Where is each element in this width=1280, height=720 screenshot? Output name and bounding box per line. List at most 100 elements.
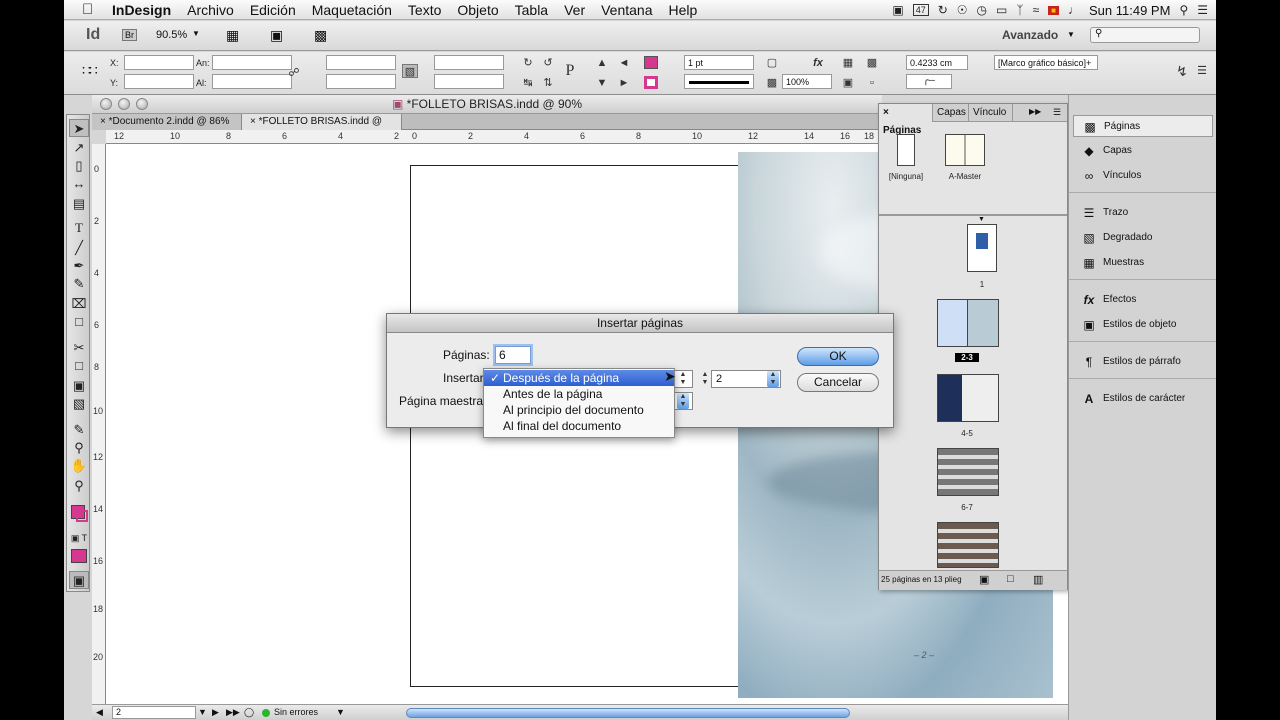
note-tool-icon[interactable]: ✎	[69, 421, 89, 439]
option-antes[interactable]: Antes de la página	[484, 386, 674, 402]
gap-tool-icon[interactable]: ↔	[69, 175, 89, 193]
page-tool-icon[interactable]: ▯	[69, 157, 89, 175]
sync-icon[interactable]: ↻	[938, 3, 948, 17]
option-despues[interactable]: ✓ Después de la página	[484, 370, 674, 386]
panel-menu-icon[interactable]: ☰	[1194, 64, 1210, 78]
chevron-updown-icon[interactable]: ▲ ▼	[677, 393, 689, 409]
vertical-ruler[interactable]: 0 2 4 6 8 10 12 14 16 18 20	[92, 144, 106, 704]
stroke-weight-field[interactable]: 1 pt	[684, 55, 754, 70]
dock-vinculos[interactable]: ∞ Vínculos	[1073, 165, 1213, 187]
zoom-window-button[interactable]	[136, 98, 148, 110]
view-mode-icon[interactable]: ▣	[69, 571, 89, 589]
master-none-thumb[interactable]	[897, 134, 915, 166]
panel-expand-icon[interactable]: ▶▶	[1029, 107, 1041, 116]
dock-efectos[interactable]: fx Efectos	[1073, 289, 1213, 311]
rectangle-tool-icon[interactable]: □	[69, 313, 89, 331]
tab-paginas[interactable]: × Páginas	[879, 104, 933, 136]
page-2-3-thumb[interactable]	[937, 299, 999, 347]
tab-vinculos[interactable]: Vínculo	[969, 104, 1013, 122]
direct-selection-tool-icon[interactable]: ↗	[69, 139, 89, 157]
flip-icon[interactable]: ↹	[520, 76, 536, 90]
rotation-field[interactable]	[434, 55, 504, 70]
eyedropper-tool-icon[interactable]: ⚲	[69, 439, 89, 457]
fill-swatch[interactable]	[644, 56, 658, 69]
tab-documento-2[interactable]: × *Documento 2.indd @ 86%	[92, 114, 242, 130]
close-window-button[interactable]	[100, 98, 112, 110]
stroke-type-select[interactable]	[684, 74, 754, 89]
selection-tool-icon[interactable]: ➤	[69, 119, 89, 137]
wrap-box-icon[interactable]: ▩	[864, 56, 880, 70]
minimize-window-button[interactable]	[118, 98, 130, 110]
option-final[interactable]: Al final del documento	[484, 418, 674, 434]
no-effects-icon[interactable]: ▢	[764, 56, 780, 70]
page-number-stepper-icon[interactable]: ▲ ▼	[699, 371, 711, 387]
battery-badge[interactable]: 47	[912, 4, 929, 16]
tab-capas[interactable]: Capas	[933, 104, 969, 122]
free-transform-tool-icon[interactable]: □	[69, 357, 89, 375]
display-icon[interactable]: ▭	[996, 3, 1007, 17]
dock-estilos-objeto[interactable]: ▣ Estilos de objeto	[1073, 314, 1213, 336]
wrap-jump-icon[interactable]: ▫	[864, 76, 880, 90]
dock-estilos-parrafo[interactable]: ¶ Estilos de párrafo	[1073, 351, 1213, 373]
close-icon[interactable]: ×	[100, 116, 109, 127]
first-page-icon[interactable]: ◀	[96, 705, 103, 720]
content-collector-icon[interactable]: ▤	[69, 195, 89, 213]
gradient-swatch-tool-icon[interactable]: ▣	[69, 377, 89, 395]
scissors-tool-icon[interactable]: ✂	[69, 339, 89, 357]
master-a-thumb[interactable]	[945, 134, 985, 166]
time-machine-icon[interactable]: ◷	[977, 3, 987, 17]
wrap-shape-icon[interactable]: ▣	[840, 76, 856, 90]
type-tool-icon[interactable]: T	[69, 219, 89, 237]
spotlight-icon[interactable]: ⚲	[1179, 3, 1188, 17]
close-icon[interactable]: ×	[250, 116, 259, 127]
scale-y-field[interactable]	[326, 74, 396, 89]
quick-apply-icon[interactable]: ↯	[1174, 64, 1190, 78]
chevron-down-icon[interactable]: ▼	[336, 705, 345, 720]
last-page-icon[interactable]: ▶▶	[226, 705, 240, 720]
select-container-icon[interactable]: ▲	[594, 56, 610, 70]
rotate-ccw-icon[interactable]: ↺	[540, 56, 556, 70]
y-field[interactable]	[124, 74, 194, 89]
pen-tool-icon[interactable]: ✒	[69, 257, 89, 275]
flip-vertical-icon[interactable]: ⇅	[540, 76, 556, 90]
page-1-thumb[interactable]	[967, 224, 997, 272]
zoom-tool-icon[interactable]: ⚲	[69, 477, 89, 495]
fx-icon[interactable]: fx	[810, 56, 826, 70]
page-6-7-thumb[interactable]	[937, 448, 999, 496]
close-icon[interactable]: ×	[883, 107, 889, 118]
page-8-9-thumb[interactable]	[937, 522, 999, 568]
preflight-icon[interactable]: ◯	[244, 705, 254, 720]
help-search-input[interactable]: ⚲	[1090, 27, 1200, 43]
option-principio[interactable]: Al principio del documento	[484, 402, 674, 418]
next-page-icon[interactable]: ▶	[212, 705, 219, 720]
zoom-select[interactable]: 90.5%	[156, 29, 187, 41]
dock-capas[interactable]: ◆ Capas	[1073, 140, 1213, 162]
dock-degradado[interactable]: ▧ Degradado	[1073, 227, 1213, 249]
dock-trazo[interactable]: ☰ Trazo	[1073, 202, 1213, 224]
menu-app-name[interactable]: InDesign	[104, 2, 179, 18]
cancel-button[interactable]: Cancelar	[797, 373, 879, 392]
clock[interactable]: Sun 11:49 PM	[1089, 3, 1170, 18]
menu-maquetacion[interactable]: Maquetación	[304, 2, 400, 18]
bluetooth-icon[interactable]: ᛉ	[1016, 3, 1023, 17]
dock-estilos-caracter[interactable]: A Estilos de carácter	[1073, 388, 1213, 410]
offset-field[interactable]: 0.4233 cm	[906, 55, 968, 70]
list-icon[interactable]: ☰	[1197, 3, 1208, 17]
apply-color-icon[interactable]	[71, 549, 87, 563]
horizontal-scrollbar[interactable]	[406, 708, 850, 718]
tab-folleto-brisas[interactable]: × *FOLLETO BRISAS.indd @ 90%	[242, 114, 402, 142]
chevron-down-icon[interactable]: ▼	[1067, 30, 1075, 39]
screen-mode-icon[interactable]: ▣	[270, 27, 283, 44]
chevron-down-icon[interactable]: ▼	[192, 29, 200, 38]
dock-paginas[interactable]: ▩ Páginas	[1073, 115, 1213, 137]
scale-x-field[interactable]	[326, 55, 396, 70]
rotate-cw-icon[interactable]: ↻	[520, 56, 536, 70]
menu-objeto[interactable]: Objeto	[449, 2, 506, 18]
stroke-swatch[interactable]	[644, 76, 658, 89]
opacity-field[interactable]: 100%	[782, 74, 832, 89]
corner-shape-select[interactable]: ╭─	[906, 74, 952, 89]
object-style-select[interactable]: [Marco gráfico básico]+	[994, 55, 1098, 70]
menu-help[interactable]: Help	[661, 2, 706, 18]
page-4-5-thumb[interactable]	[937, 374, 999, 422]
rectangle-frame-tool-icon[interactable]: ⌧	[69, 295, 89, 313]
